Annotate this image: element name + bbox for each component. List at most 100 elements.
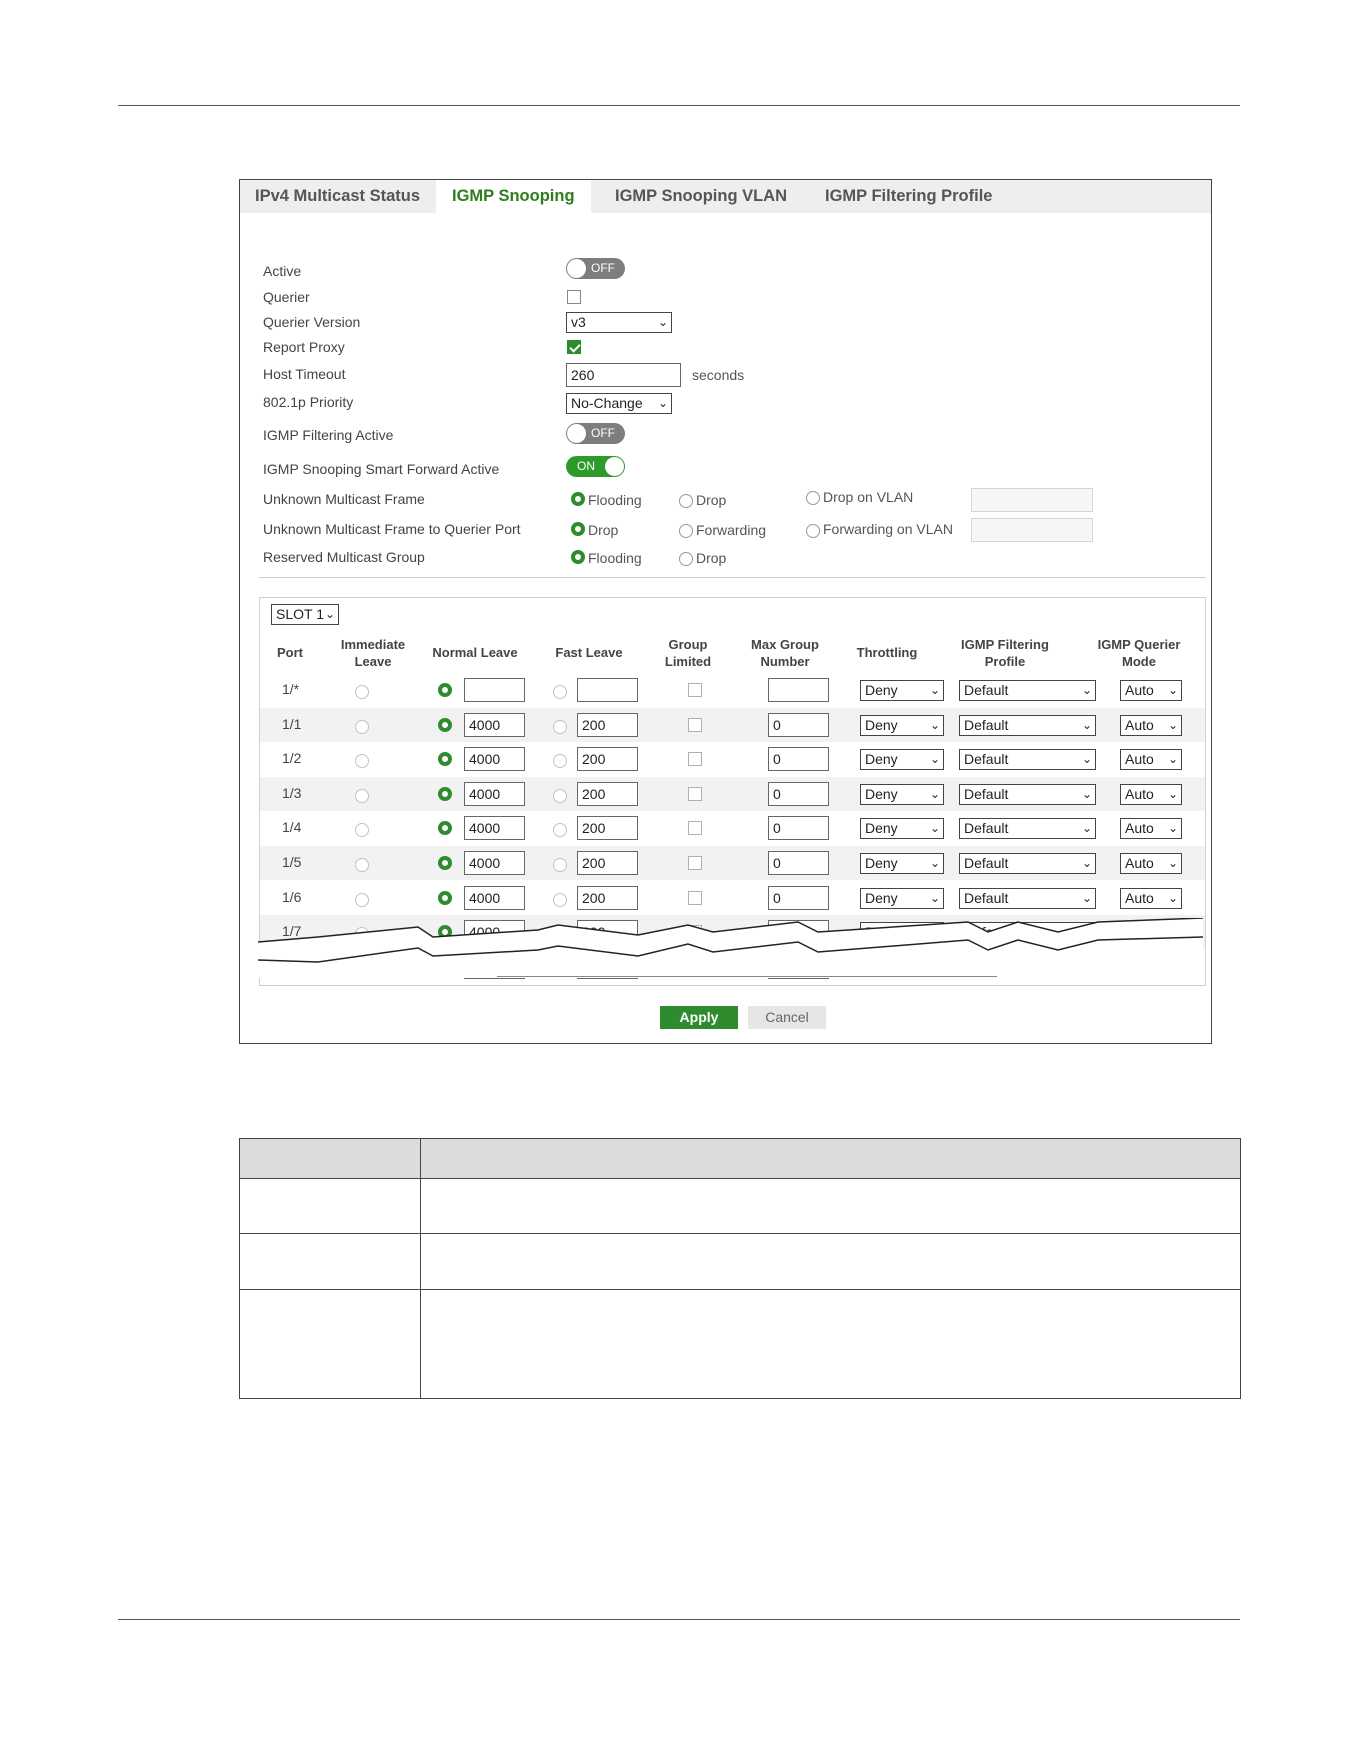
throttling-select[interactable]: Deny ⌄ [860,680,944,701]
normal-leave-radio[interactable] [438,856,452,870]
host-timeout-input[interactable]: 260 [566,363,681,387]
group-limited-checkbox[interactable] [688,856,702,870]
filtering-profile-select[interactable]: Default ⌄ [959,853,1096,874]
fast-leave-radio[interactable] [553,754,567,769]
report-proxy-checkbox[interactable] [567,340,581,354]
immediate-leave-radio[interactable] [355,685,369,699]
fast-leave-input[interactable]: 200 [577,885,638,910]
normal-leave-input[interactable]: 4000 [464,781,525,806]
max-group-input[interactable]: 0 [768,781,829,806]
group-limited-checkbox[interactable] [688,890,702,905]
max-group-input[interactable]: 0 [768,747,829,772]
normal-leave-radio[interactable] [438,717,452,732]
fast-leave-input[interactable]: 200 [577,747,638,772]
igmp-filtering-active-toggle[interactable]: OFF [566,423,625,444]
normal-leave-input[interactable]: 4000 [464,712,525,737]
slot-select[interactable]: SLOT 1 ⌄ [271,604,339,625]
immediate-leave-radio[interactable] [355,788,369,803]
radio-drop[interactable] [571,522,585,536]
radio-drop[interactable] [679,552,693,566]
querier-mode-select[interactable]: Auto ⌄ [1120,853,1182,874]
table-cell [239,1233,421,1290]
querier-mode-select[interactable]: Auto ⌄ [1120,680,1182,701]
querier-checkbox[interactable] [567,290,581,304]
normal-leave-radio[interactable] [438,683,452,697]
tab-igmp-snooping[interactable]: IGMP Snooping [436,180,591,213]
querier-mode-select[interactable]: Auto ⌄ [1120,783,1182,805]
group-limited-checkbox[interactable] [688,752,702,767]
fast-leave-input[interactable] [577,678,638,702]
max-group-input[interactable]: 0 [768,816,829,841]
normal-leave-input[interactable]: 4000 [464,851,525,875]
immediate-leave-radio[interactable] [355,858,369,872]
radio-forwarding-on-vlan[interactable] [806,524,820,538]
fast-leave-radio[interactable] [553,788,567,803]
group-limited-checkbox[interactable] [688,717,702,732]
throttling-select[interactable]: Deny ⌄ [860,818,944,840]
priority-select[interactable]: No-Change ⌄ [566,393,672,414]
radio-forwarding[interactable] [679,524,693,538]
querier-version-select[interactable]: v3 ⌄ [566,312,672,333]
normal-leave-radio[interactable] [438,752,452,767]
normal-leave-radio[interactable] [438,786,452,801]
filtering-profile-select[interactable]: Default ⌄ [959,818,1096,840]
fast-leave-input[interactable]: 200 [577,781,638,806]
fast-leave-radio[interactable] [553,685,567,699]
throttling-select[interactable]: Deny ⌄ [860,749,944,771]
max-group-input[interactable] [768,678,829,702]
filtering-profile-select[interactable]: Default ⌄ [959,783,1096,805]
normal-leave-radio[interactable] [438,821,452,836]
fast-leave-radio[interactable] [553,823,567,838]
max-group-input[interactable]: 0 [768,851,829,875]
querier-mode-select[interactable]: Auto ⌄ [1120,887,1182,909]
radio-drop[interactable] [679,494,693,508]
fast-leave-input[interactable]: 200 [577,712,638,737]
immediate-leave-radio[interactable] [355,754,369,769]
fast-leave-radio[interactable] [553,858,567,872]
throttling-select[interactable]: Deny ⌄ [860,887,944,909]
group-limited-checkbox[interactable] [688,683,702,697]
throttling-select[interactable]: Deny ⌄ [860,783,944,805]
filtering-profile-select[interactable]: Default ⌄ [959,714,1096,736]
cancel-button[interactable]: Cancel [748,1006,826,1029]
normal-leave-input[interactable]: 4000 [464,816,525,841]
querier-mode-select[interactable]: Auto ⌄ [1120,818,1182,840]
chevron-down-icon: ⌄ [1167,752,1178,767]
forwarding-on-vlan-input[interactable] [971,518,1093,542]
immediate-leave-radio[interactable] [355,823,369,838]
fast-leave-input[interactable]: 200 [577,851,638,875]
tab-igmp-filtering-profile[interactable]: IGMP Filtering Profile [825,180,992,213]
normal-leave-input[interactable]: 4000 [464,885,525,910]
normal-leave-radio[interactable] [438,890,452,905]
reserved-group-label: Reserved Multicast Group [263,549,425,565]
querier-mode-select[interactable]: Auto ⌄ [1120,714,1182,736]
fast-leave-radio[interactable] [553,719,567,734]
normal-leave-input[interactable] [464,678,525,702]
smart-forward-toggle[interactable]: ON [566,456,625,477]
immediate-leave-radio[interactable] [355,892,369,907]
group-limited-checkbox[interactable] [688,821,702,836]
radio-drop-on-vlan[interactable] [806,491,820,505]
radio-flooding[interactable] [571,492,585,506]
querier-mode-select[interactable]: Auto ⌄ [1120,749,1182,771]
group-limited-checkbox[interactable] [688,786,702,801]
fast-leave-input[interactable]: 200 [577,816,638,841]
filtering-profile-select[interactable]: Default ⌄ [959,887,1096,909]
tab-ipv4-multicast-status[interactable]: IPv4 Multicast Status [255,180,420,213]
radio-flooding[interactable] [571,550,585,564]
tab-igmp-snooping-vlan[interactable]: IGMP Snooping VLAN [615,180,787,213]
normal-leave-input[interactable]: 4000 [464,747,525,772]
throttling-select[interactable]: Deny ⌄ [860,853,944,874]
igmp-filtering-active-label: IGMP Filtering Active [263,427,394,443]
max-group-input[interactable]: 0 [768,712,829,737]
max-group-input[interactable]: 0 [768,885,829,910]
immediate-leave-radio[interactable] [355,719,369,734]
fast-leave-radio[interactable] [553,892,567,907]
throttling-select[interactable]: Deny ⌄ [860,714,944,736]
filtering-profile-select[interactable]: Default ⌄ [959,749,1096,771]
active-toggle[interactable]: OFF [566,258,625,279]
filtering-profile-select[interactable]: Default ⌄ [959,680,1096,701]
drop-on-vlan-input[interactable] [971,488,1093,512]
select-value: Default [964,716,1009,733]
apply-button[interactable]: Apply [660,1006,738,1029]
